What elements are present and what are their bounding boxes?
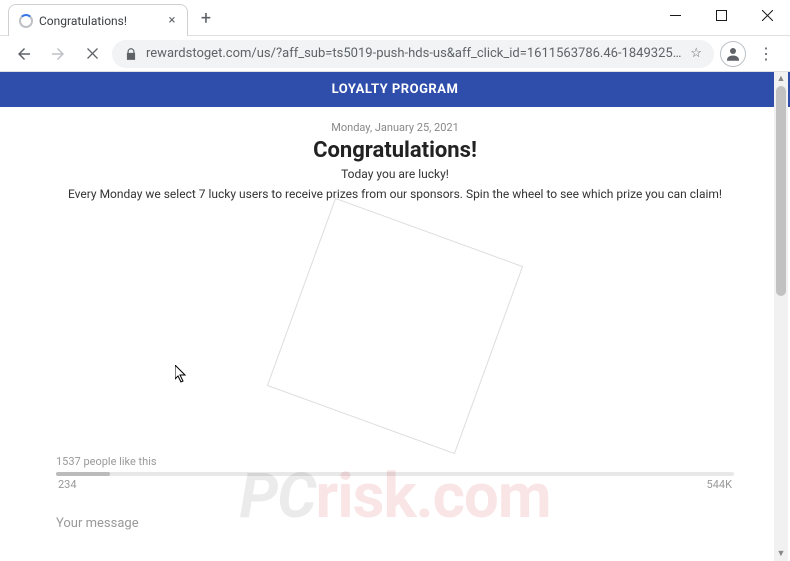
- lock-icon: [124, 47, 138, 61]
- address-bar[interactable]: rewardstoget.com/us/?aff_sub=ts5019-push…: [112, 40, 714, 68]
- scroll-down-arrow-icon[interactable]: ▼: [774, 547, 788, 561]
- maximize-button[interactable]: [698, 0, 744, 30]
- back-button[interactable]: [10, 40, 38, 68]
- stop-reload-button[interactable]: [78, 40, 106, 68]
- date-text: Monday, January 25, 2021: [40, 121, 750, 134]
- window-titlebar: Congratulations! × +: [0, 0, 790, 36]
- loyalty-banner: LOYALTY PROGRAM: [0, 72, 790, 107]
- bar-labels: 234 544K: [56, 478, 734, 491]
- description: Every Monday we select 7 lucky users to …: [40, 187, 750, 201]
- page-viewport: LOYALTY PROGRAM Monday, January 25, 2021…: [0, 72, 790, 561]
- scroll-thumb[interactable]: [776, 86, 786, 296]
- social-row: 1537 people like this 234 544K: [0, 455, 790, 491]
- subheadline: Today you are lucky!: [40, 167, 750, 181]
- browser-tab[interactable]: Congratulations! ×: [8, 4, 188, 36]
- mouse-cursor-icon: [175, 365, 187, 383]
- tab-title: Congratulations!: [39, 14, 159, 28]
- scroll-up-arrow-icon[interactable]: ▲: [774, 72, 788, 86]
- headline: Congratulations!: [40, 138, 750, 163]
- bookmark-star-icon[interactable]: ☆: [690, 46, 702, 61]
- page-content: Monday, January 25, 2021 Congratulations…: [0, 107, 790, 441]
- prize-wheel-placeholder[interactable]: [267, 198, 523, 454]
- window-controls: [652, 0, 790, 30]
- url-text: rewardstoget.com/us/?aff_sub=ts5019-push…: [146, 46, 682, 61]
- tab-close-button[interactable]: ×: [165, 14, 179, 28]
- tab-strip: Congratulations! × +: [0, 0, 220, 36]
- minimize-button[interactable]: [652, 0, 698, 30]
- message-input[interactable]: Your message: [56, 516, 139, 531]
- vertical-scrollbar[interactable]: ▲ ▼: [774, 72, 788, 561]
- profile-button[interactable]: [720, 41, 746, 67]
- close-window-button[interactable]: [744, 0, 790, 30]
- wheel-area: [40, 211, 750, 441]
- forward-button[interactable]: [44, 40, 72, 68]
- progress-bar: [56, 472, 734, 476]
- new-tab-button[interactable]: +: [192, 4, 220, 32]
- browser-menu-button[interactable]: ⋮: [752, 40, 780, 68]
- bar-right-value: 544K: [707, 478, 732, 491]
- likes-text: 1537 people like this: [56, 455, 734, 468]
- browser-toolbar: rewardstoget.com/us/?aff_sub=ts5019-push…: [0, 36, 790, 72]
- progress-fill: [56, 472, 110, 476]
- loading-spinner-icon: [19, 14, 33, 28]
- bar-left-value: 234: [58, 478, 77, 491]
